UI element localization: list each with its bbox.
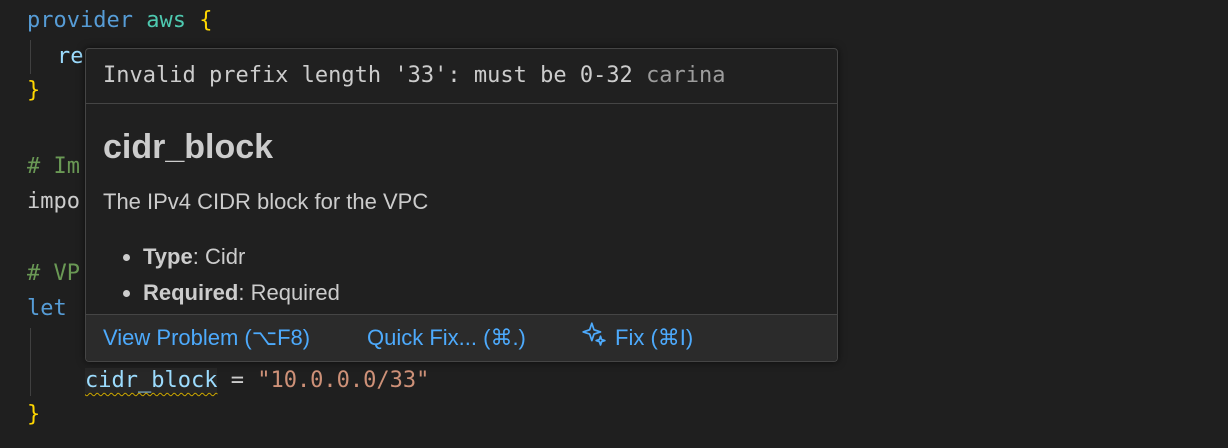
brace: }: [27, 402, 41, 427]
code-text: re: [57, 44, 84, 69]
doc-description: The IPv4 CIDR block for the VPC: [103, 189, 429, 214]
field-label: Required: [143, 280, 239, 305]
code-line-6[interactable]: impo: [27, 185, 80, 219]
comment: # Im: [27, 154, 80, 179]
view-problem-link[interactable]: View Problem (⌥F8): [103, 315, 310, 361]
keyword: let: [27, 296, 67, 321]
sparkle-icon: [581, 316, 607, 362]
code-text: impo: [27, 189, 80, 214]
fix-label: Fix (⌘I): [615, 325, 694, 350]
string-value: "10.0.0.0/33": [257, 368, 430, 393]
fix-link[interactable]: Fix (⌘I): [581, 315, 693, 361]
brace: }: [27, 78, 41, 103]
operator: =: [217, 368, 258, 393]
identifier: aws: [146, 8, 186, 33]
doc-field-list: Type: Cidr Required: Required: [103, 239, 340, 311]
code-line-8[interactable]: # VP: [27, 257, 80, 291]
field-value: : Required: [238, 280, 340, 305]
code-line-3[interactable]: }: [27, 74, 40, 108]
code-line-12[interactable]: }: [27, 398, 40, 432]
indent-guide: [30, 328, 31, 396]
code-line-1[interactable]: provider aws {: [27, 4, 212, 38]
keyword: provider: [27, 8, 133, 33]
code-line-5[interactable]: # Im: [27, 150, 80, 184]
list-item: Required: Required: [143, 275, 340, 311]
indent-guide: [30, 40, 31, 74]
quick-fix-link[interactable]: Quick Fix... (⌘.): [367, 315, 526, 361]
brace: {: [199, 8, 213, 33]
list-item: Type: Cidr: [143, 239, 340, 275]
code-line-9[interactable]: let: [27, 292, 67, 326]
field-label: Type: [143, 244, 193, 269]
diagnostic-source: carina: [646, 63, 726, 88]
doc-title: cidr_block: [103, 128, 274, 166]
hover-popup: Invalid prefix length '33': must be 0-32…: [85, 48, 838, 362]
cidr-block-property[interactable]: cidr_block: [85, 368, 218, 393]
code-line-11[interactable]: cidr_block = "10.0.0.0/33": [85, 364, 429, 398]
diagnostic-message: Invalid prefix length '33': must be 0-32…: [103, 61, 726, 91]
hover-status-bar: View Problem (⌥F8) Quick Fix... (⌘.) Fix…: [86, 314, 837, 361]
diagnostic-text: Invalid prefix length '33': must be 0-32: [103, 63, 633, 88]
comment: # VP: [27, 261, 80, 286]
divider: [86, 103, 837, 104]
field-value: : Cidr: [192, 244, 246, 269]
code-line-2[interactable]: re: [57, 40, 84, 74]
